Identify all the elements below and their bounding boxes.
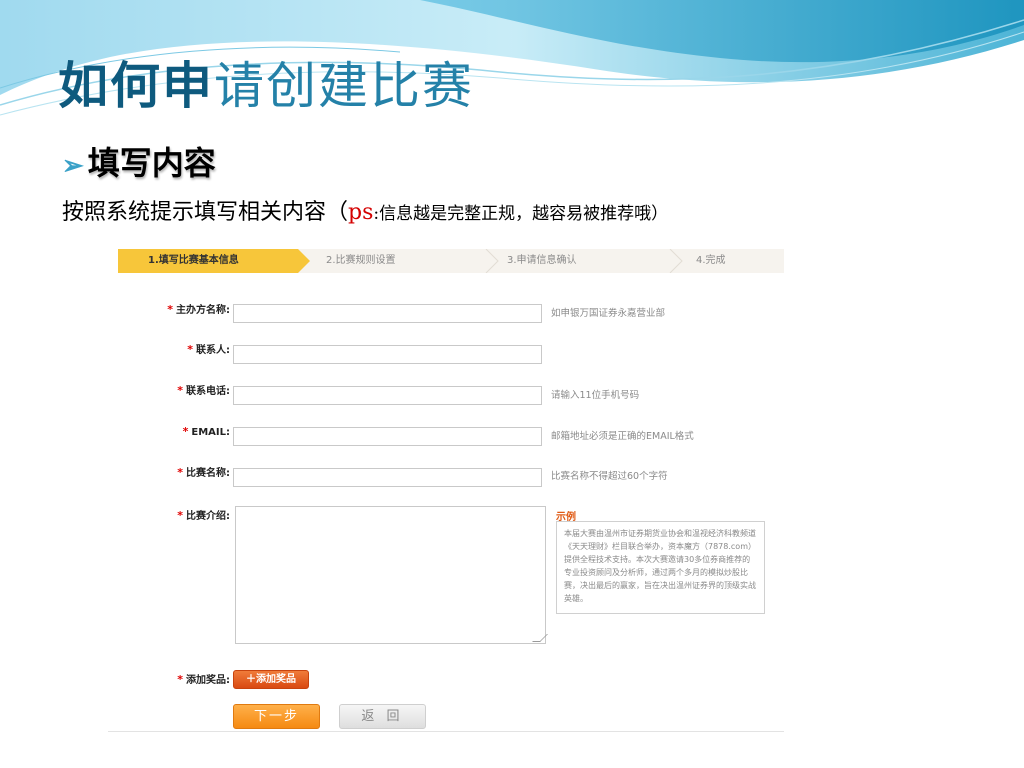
step-1-basic-info: 1.填写比赛基本信息 (148, 255, 239, 266)
resize-grip-icon[interactable] (532, 634, 548, 642)
slide-title-rest: 请创建比赛 (214, 57, 474, 115)
email-label-text: EMAIL: (191, 427, 230, 438)
slide-title: 如何申请创建比赛 (58, 50, 474, 122)
required-mark: * (187, 343, 193, 356)
form-bottom-divider (108, 731, 784, 732)
instruction-note: :信息越是完整正规，越容易被推荐哦） (373, 204, 669, 224)
contest-name-hint: 比赛名称不得超过60个字符 (551, 471, 668, 482)
organizer-name-input[interactable] (233, 304, 542, 323)
contact-phone-label-text: 联系电话: (186, 386, 230, 397)
organizer-name-hint: 如申银万国证券永嘉营业部 (551, 308, 666, 319)
step-2-rules: 2.比赛规则设置 (326, 255, 396, 266)
slide-title-bold: 如何申 (58, 57, 214, 115)
instruction-main: 按照系统提示填写相关内容（ (62, 200, 349, 225)
next-step-button[interactable]: 下一步 (233, 704, 320, 729)
required-mark: * (167, 303, 173, 316)
contest-name-label-text: 比赛名称: (186, 468, 230, 479)
instruction-text: 按照系统提示填写相关内容（ps:信息越是完整正规，越容易被推荐哦） (62, 196, 668, 231)
create-contest-form: 1.填写比赛基本信息 2.比赛规则设置 3.申请信息确认 4.完成 * 主办方名称… (108, 246, 784, 732)
step-3-confirm: 3.申请信息确认 (507, 255, 577, 266)
email-label: * EMAIL: (108, 425, 230, 440)
step-4-done: 4.完成 (696, 255, 726, 266)
instruction-ps: ps (348, 200, 374, 225)
email-hint: 邮箱地址必须是正确的EMAIL格式 (551, 431, 694, 442)
contact-person-input[interactable] (233, 345, 542, 364)
back-button[interactable]: 返 回 (339, 704, 426, 729)
contact-person-label: * 联系人: (108, 343, 230, 358)
contest-intro-textarea[interactable] (235, 506, 548, 644)
required-mark: * (177, 509, 183, 522)
arrow-bullet-icon: ➢ (62, 151, 84, 181)
contest-name-label: * 比赛名称: (108, 466, 230, 481)
contest-intro-label: * 比赛介绍: (108, 509, 230, 524)
contest-name-input[interactable] (233, 468, 542, 487)
contact-person-label-text: 联系人: (196, 345, 230, 356)
organizer-name-label-text: 主办方名称: (176, 305, 230, 316)
add-prize-label-text: 添加奖品: (186, 675, 230, 686)
section-heading: ➢ 填写内容 (62, 140, 216, 189)
contact-phone-input[interactable] (233, 386, 542, 405)
contest-intro-label-text: 比赛介绍: (186, 511, 230, 522)
email-input[interactable] (233, 427, 542, 446)
required-mark: * (177, 466, 183, 479)
section-heading-text: 填写内容 (87, 144, 216, 182)
required-mark: * (177, 384, 183, 397)
add-prize-label: * 添加奖品: (108, 673, 230, 688)
add-prize-button[interactable]: ＋添加奖品 (233, 670, 309, 689)
required-mark: * (177, 673, 183, 686)
organizer-name-label: * 主办方名称: (108, 303, 230, 318)
contact-phone-hint: 请输入11位手机号码 (551, 390, 640, 401)
required-mark: * (182, 425, 189, 438)
step-progress-bar: 1.填写比赛基本信息 2.比赛规则设置 3.申请信息确认 4.完成 (118, 249, 784, 273)
example-text-box: 本届大赛由温州市证券期货业协会和温视经济科教频道《天天理财》栏目联合举办，资本魔… (556, 521, 765, 614)
contact-phone-label: * 联系电话: (108, 384, 230, 399)
